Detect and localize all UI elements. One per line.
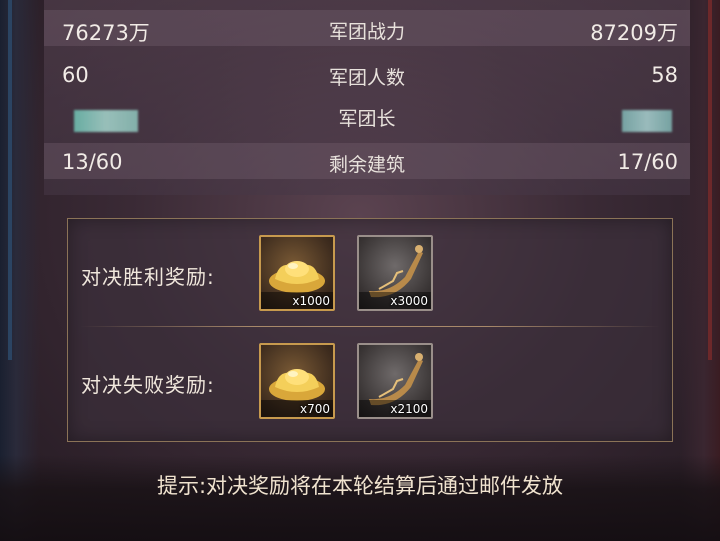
enemy-leader-name-redacted [622, 110, 672, 132]
enemy-legion-members: 58 [651, 63, 678, 87]
row-legion-leader: 军团长 [44, 100, 690, 136]
row-legion-power: 76273万 军团战力 87209万 [44, 10, 690, 46]
enemy-remaining-buildings: 17/60 [617, 150, 678, 174]
right-side-stripe [708, 0, 712, 360]
remaining-buildings-label: 剩余建筑 [328, 154, 405, 176]
enemy-legion-power: 87209万 [590, 21, 678, 45]
left-side-stripe [8, 0, 12, 360]
lose-reward-dragon-boat[interactable]: x2100 [357, 343, 433, 419]
win-reward-label: 对决胜利奖励: [81, 265, 215, 289]
legion-members-label: 军团人数 [328, 67, 405, 89]
win-reward-dragon-boat[interactable]: x3000 [357, 235, 433, 311]
row-legion-members: 60 军团人数 58 [44, 56, 690, 92]
item-quantity: x2100 [390, 402, 428, 416]
legion-leader-label: 军团长 [338, 108, 396, 130]
lose-reward-gold-ingot[interactable]: x700 [259, 343, 335, 419]
reward-tip-text: 提示:对决奖励将在本轮结算后通过邮件发放 [156, 474, 564, 498]
win-reward-gold-ingot[interactable]: x1000 [259, 235, 335, 311]
item-quantity: x1000 [292, 294, 330, 308]
item-quantity: x3000 [390, 294, 428, 308]
item-quantity: x700 [299, 402, 330, 416]
duel-rewards-box: 对决胜利奖励: x1000 x3000 对决失败奖励: x700 x2100 [67, 218, 673, 442]
legion-comparison-panel: 76273万 军团战力 87209万 60 军团人数 58 军团长 13/60 … [44, 0, 690, 195]
lose-reward-label: 对决失败奖励: [81, 373, 215, 397]
reward-divider [80, 326, 660, 327]
row-remaining-buildings: 13/60 剩余建筑 17/60 [44, 143, 690, 179]
